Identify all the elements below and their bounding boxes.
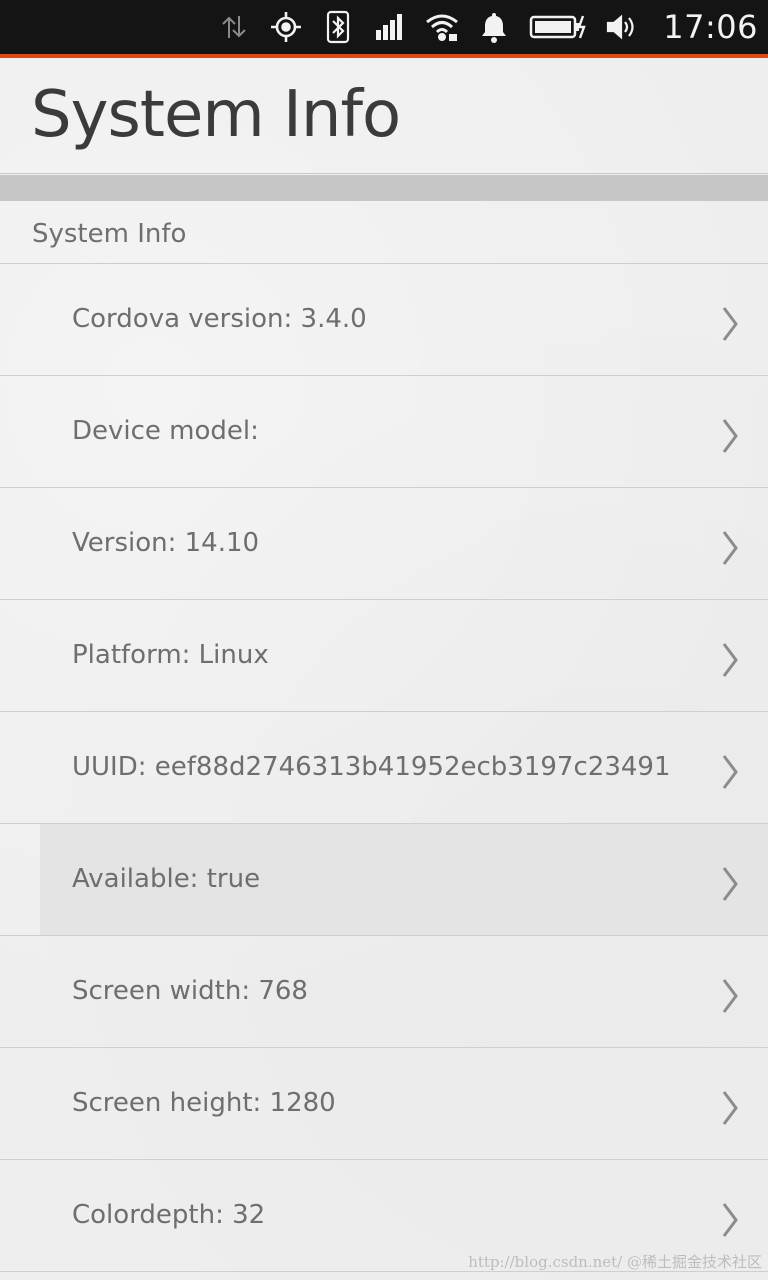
list-item-version[interactable]: Version: 14.10	[0, 488, 768, 600]
list-item-label: UUID: eef88d2746313b41952ecb3197c23491	[72, 752, 671, 782]
chevron-right-icon	[720, 864, 740, 904]
chevron-right-icon	[720, 1088, 740, 1128]
list-item-label: Platform: Linux	[72, 640, 269, 670]
list-item-label: Colordepth: 32	[72, 1200, 266, 1230]
watermark: http://blog.csdn.net/ @稀土掘金技术社区	[468, 1253, 762, 1271]
list-item-label: Screen width: 768	[72, 976, 308, 1006]
info-list: Cordova version: 3.4.0 Device model: Ver…	[0, 264, 768, 1272]
status-time: 17:06	[663, 8, 758, 46]
data-transfer-icon	[217, 10, 251, 44]
notification-bell-icon	[477, 10, 511, 44]
volume-icon	[605, 10, 639, 44]
list-item-available[interactable]: Available: true	[0, 824, 768, 936]
list-item-label: Available: true	[72, 864, 261, 894]
chevron-right-icon	[720, 976, 740, 1016]
list-item-label: Device model:	[72, 416, 259, 446]
list-item-screen-height[interactable]: Screen height: 1280	[0, 1048, 768, 1160]
bluetooth-icon	[321, 10, 355, 44]
wifi-icon	[425, 10, 459, 44]
page-header: System Info	[0, 58, 768, 174]
list-item-label: Version: 14.10	[72, 528, 260, 558]
chevron-right-icon	[720, 752, 740, 792]
location-icon	[269, 10, 303, 44]
chevron-right-icon	[720, 528, 740, 568]
battery-charging-icon	[529, 10, 587, 44]
section-header: System Info	[0, 201, 768, 264]
list-item-platform[interactable]: Platform: Linux	[0, 600, 768, 712]
list-item-label: Cordova version: 3.4.0	[72, 304, 367, 334]
list-item-label: Screen height: 1280	[72, 1088, 336, 1118]
list-item-device-model[interactable]: Device model:	[0, 376, 768, 488]
chevron-right-icon	[720, 304, 740, 344]
list-item-cordova-version[interactable]: Cordova version: 3.4.0	[0, 264, 768, 376]
status-bar: 17:06	[0, 0, 768, 58]
page-title: System Info	[31, 78, 401, 152]
list-item-screen-width[interactable]: Screen width: 768	[0, 936, 768, 1048]
chevron-right-icon	[720, 1200, 740, 1240]
signal-icon	[373, 10, 407, 44]
chevron-right-icon	[720, 640, 740, 680]
header-divider	[0, 175, 768, 201]
status-icons: 17:06	[217, 0, 768, 54]
chevron-right-icon	[720, 416, 740, 456]
section-label: System Info	[32, 219, 187, 249]
app-screen: 17:06 System Info System Info Cordova ve…	[0, 0, 768, 1280]
list-item-uuid[interactable]: UUID: eef88d2746313b41952ecb3197c23491	[0, 712, 768, 824]
